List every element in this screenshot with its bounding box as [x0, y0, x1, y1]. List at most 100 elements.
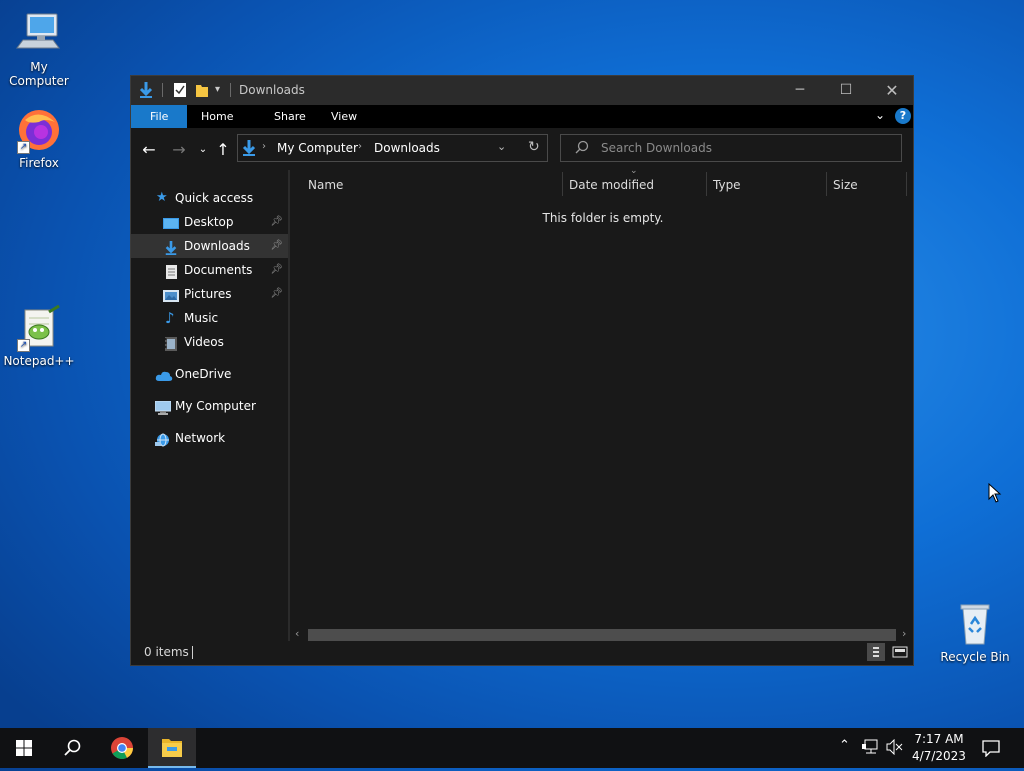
chrome-icon: [111, 737, 133, 759]
tab-file[interactable]: File: [131, 105, 188, 128]
nav-network[interactable]: Network: [131, 426, 288, 450]
customize-toolbar-icon[interactable]: ▾: [215, 84, 220, 100]
column-header-type[interactable]: Type: [713, 178, 741, 192]
network-icon: [155, 431, 171, 447]
desktop-icon-firefox[interactable]: ↗ Firefox: [1, 106, 77, 170]
file-explorer-window: ▾ Downloads ─ ☐ ✕ File Home Share View ⌄…: [130, 75, 914, 666]
nav-my-computer[interactable]: My Computer: [131, 394, 288, 418]
network-status-icon[interactable]: [862, 739, 880, 758]
notifications-icon[interactable]: [982, 739, 1000, 760]
desktop-icon-label: Recycle Bin: [940, 650, 1010, 664]
downloads-arrow-icon: [139, 82, 153, 98]
search-box[interactable]: Search Downloads: [560, 134, 902, 162]
column-separator[interactable]: [562, 172, 563, 196]
desktop-icon-my-computer[interactable]: My Computer: [1, 10, 77, 88]
minimize-button[interactable]: ─: [777, 76, 823, 105]
navigation-pane: ★ Quick access Desktop 📌︎ Downloads 📌︎ D…: [131, 170, 288, 641]
taskbar-clock[interactable]: 7:17 AM 4/7/2023: [900, 731, 978, 765]
taskbar: ⌃ 7:17 AM 4/7/2023: [0, 728, 1024, 768]
file-explorer-taskbar-button[interactable]: [148, 728, 196, 768]
column-header-date-modified[interactable]: Date modified: [569, 178, 654, 192]
desktop-icon-notepadpp[interactable]: ↗ Notepad++: [1, 304, 77, 368]
nav-desktop[interactable]: Desktop 📌︎: [131, 210, 288, 234]
column-header-name[interactable]: Name: [308, 178, 343, 192]
column-separator[interactable]: [706, 172, 707, 196]
scroll-left-icon[interactable]: ‹: [295, 627, 299, 640]
maximize-button[interactable]: ☐: [823, 76, 869, 105]
nav-downloads[interactable]: Downloads 📌︎: [131, 234, 288, 258]
scrollbar-thumb[interactable]: [308, 629, 896, 641]
search-button[interactable]: [48, 728, 96, 768]
clock-date: 4/7/2023: [912, 749, 966, 763]
breadcrumb-my-computer[interactable]: My Computer: [277, 141, 358, 155]
nav-pictures[interactable]: Pictures 📌︎: [131, 282, 288, 306]
up-button[interactable]: ↑: [213, 140, 233, 160]
column-separator[interactable]: [826, 172, 827, 196]
nav-onedrive[interactable]: OneDrive: [131, 362, 288, 386]
chrome-taskbar-button[interactable]: [98, 728, 146, 768]
status-bar: 0 items: [131, 641, 913, 665]
scroll-right-icon[interactable]: ›: [902, 627, 906, 640]
file-list[interactable]: Name ⌄ Date modified Type Size This fold…: [290, 166, 913, 641]
show-hidden-icons-icon[interactable]: ⌃: [839, 738, 850, 753]
column-separator[interactable]: [906, 172, 907, 196]
status-separator: [192, 646, 193, 659]
nav-label: Quick access: [175, 191, 254, 205]
new-folder-icon[interactable]: [195, 82, 209, 98]
pin-icon: 📌︎: [270, 288, 283, 299]
expand-ribbon-icon[interactable]: ⌄: [875, 108, 885, 122]
nav-documents[interactable]: Documents 📌︎: [131, 258, 288, 282]
tab-home[interactable]: Home: [187, 105, 247, 128]
documents-icon: [164, 263, 180, 279]
start-button[interactable]: [0, 728, 48, 768]
pin-icon: 📌︎: [270, 216, 283, 227]
chevron-right-icon[interactable]: ›: [358, 141, 362, 152]
nav-label: OneDrive: [175, 367, 232, 381]
pin-icon: 📌︎: [270, 264, 283, 275]
search-icon: [64, 739, 81, 756]
clock-time: 7:17 AM: [914, 732, 964, 746]
forward-button[interactable]: →: [169, 140, 189, 160]
computer-icon: [154, 399, 172, 415]
videos-icon: [164, 335, 180, 351]
properties-icon[interactable]: [173, 82, 187, 98]
horizontal-scrollbar[interactable]: ‹ ›: [290, 627, 913, 642]
search-icon: [575, 140, 589, 157]
column-header-size[interactable]: Size: [833, 178, 858, 192]
nav-quick-access[interactable]: ★ Quick access: [131, 186, 288, 210]
close-button[interactable]: ✕: [869, 76, 915, 105]
downloads-arrow-icon: [242, 140, 256, 159]
recent-locations-button[interactable]: ⌄: [193, 140, 213, 160]
title-bar[interactable]: ▾ Downloads ─ ☐ ✕: [131, 76, 913, 105]
desktop-folder-icon: [163, 215, 179, 229]
address-bar[interactable]: › My Computer › Downloads ⌄ ↻: [237, 134, 548, 162]
downloads-arrow-icon: [164, 239, 180, 255]
nav-label: Pictures: [184, 287, 232, 301]
desktop-icon-label: Firefox: [19, 156, 59, 170]
nav-label: Videos: [184, 335, 224, 349]
tab-share[interactable]: Share: [260, 105, 320, 128]
pin-icon: 📌︎: [270, 240, 283, 251]
nav-videos[interactable]: Videos: [131, 330, 288, 354]
tab-view[interactable]: View: [317, 105, 371, 128]
help-icon[interactable]: ?: [895, 108, 911, 124]
nav-label: Music: [184, 311, 219, 325]
item-count: 0 items: [144, 645, 189, 659]
chevron-right-icon[interactable]: ›: [262, 141, 266, 152]
large-icons-view-icon[interactable]: [891, 643, 909, 661]
desktop-icon-recycle-bin[interactable]: Recycle Bin: [937, 600, 1013, 664]
nav-music[interactable]: ♪ Music: [131, 306, 288, 330]
details-view-icon[interactable]: [867, 643, 885, 661]
desktop-icon-label: My Computer: [9, 60, 69, 88]
breadcrumb-downloads[interactable]: Downloads: [374, 141, 440, 155]
address-row: ← → ⌄ ↑ › My Computer › Downloads ⌄ ↻ Se…: [131, 128, 913, 170]
address-dropdown-icon[interactable]: ⌄: [497, 140, 506, 153]
refresh-icon[interactable]: ↻: [528, 139, 540, 155]
shortcut-arrow-icon: ↗: [17, 339, 30, 352]
back-button[interactable]: ←: [139, 140, 159, 160]
nav-label: My Computer: [175, 399, 256, 413]
search-placeholder: Search Downloads: [601, 141, 712, 155]
music-icon: ♪: [165, 309, 175, 327]
firefox-icon: ↗: [15, 106, 63, 154]
nav-label: Downloads: [184, 239, 250, 253]
